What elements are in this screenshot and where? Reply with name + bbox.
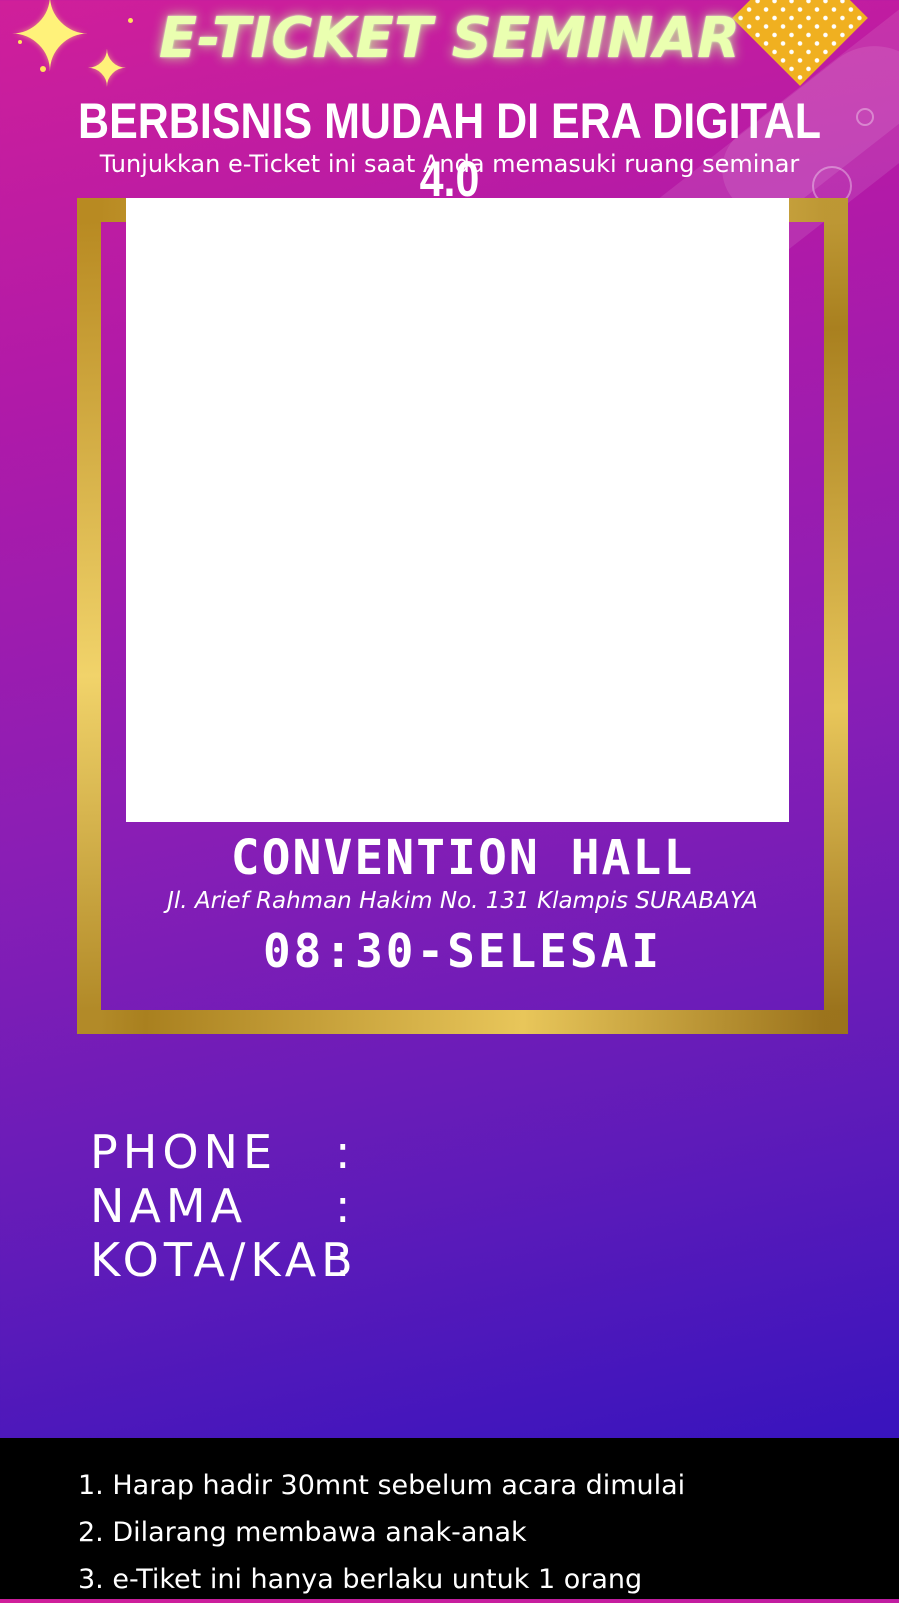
field-label: KOTA/KAB xyxy=(90,1233,358,1287)
attendee-fields: PHONE : NAMA : KOTA/KAB : xyxy=(90,1125,356,1287)
ticket-title: E-TICKET SEMINAR xyxy=(158,6,741,71)
decor-ring xyxy=(856,108,874,126)
field-label: PHONE xyxy=(90,1125,278,1179)
event-time: 08:30-SELESAI xyxy=(262,924,663,978)
field-colon: : xyxy=(335,1233,356,1287)
rules-footer: 1. Harap hadir 30mnt sebelum acara dimul… xyxy=(0,1438,899,1599)
field-colon: : xyxy=(335,1179,356,1233)
rules-list: 1. Harap hadir 30mnt sebelum acara dimul… xyxy=(0,1438,899,1603)
field-colon: : xyxy=(335,1125,356,1179)
field-kota: KOTA/KAB : xyxy=(90,1233,356,1287)
rule-item: 3. e-Tiket ini hanya berlaku untuk 1 ora… xyxy=(78,1564,643,1595)
entry-instruction: Tunjukkan e-Ticket ini saat Anda memasuk… xyxy=(99,150,800,178)
venue-address: Jl. Arief Rahman Hakim No. 131 Klampis S… xyxy=(167,888,758,914)
rule-item: 2. Dilarang membawa anak-anak xyxy=(78,1517,527,1548)
field-nama: NAMA : xyxy=(90,1179,356,1233)
venue-name: CONVENTION HALL xyxy=(230,830,695,886)
rule-item: 1. Harap hadir 30mnt sebelum acara dimul… xyxy=(78,1470,686,1501)
field-label: NAMA xyxy=(90,1179,248,1233)
photo-placeholder xyxy=(126,198,789,822)
field-phone: PHONE : xyxy=(90,1125,356,1179)
